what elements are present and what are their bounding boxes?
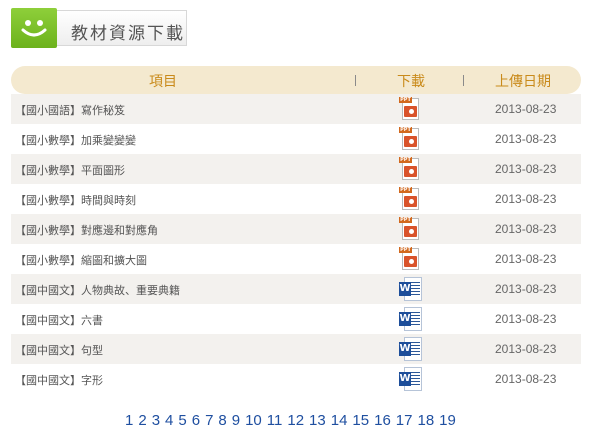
upload-date: 2013-08-23 [495, 372, 557, 386]
column-separator [463, 75, 464, 86]
page-link[interactable]: 6 [192, 412, 200, 429]
upload-date: 2013-08-23 [495, 222, 557, 236]
page-link[interactable]: 15 [352, 412, 369, 429]
ppt-download-icon[interactable]: PPT [399, 247, 423, 271]
page-link[interactable]: 13 [309, 412, 326, 429]
table-body: 【國小國語】寫作秘笈 PPT 2013-08-23 【國小數學】加乘變變變 PPT 201… [11, 94, 581, 394]
page-link[interactable]: 1 [125, 412, 133, 429]
ppt-download-icon[interactable]: PPT [399, 217, 423, 241]
column-header-download: 下載 [397, 74, 425, 90]
table-row: 【國小數學】縮圖和擴大圖 PPT 2013-08-23 [11, 244, 581, 274]
resource-title: 【國中國文】人物典故、重要典籍 [15, 284, 180, 297]
resource-title: 【國小數學】加乘變變變 [15, 134, 136, 147]
table-row: 【國小數學】時間與時刻 PPT 2013-08-23 [11, 184, 581, 214]
page-link[interactable]: 8 [218, 412, 226, 429]
upload-date: 2013-08-23 [495, 342, 557, 356]
table-row: 【國中國文】字形 W 2013-08-23 [11, 364, 581, 394]
ppt-tag: PPT [399, 217, 412, 223]
ppt-tag: PPT [399, 97, 412, 103]
resource-table: 項目 下載 上傳日期 【國小國語】寫作秘笈 PPT 2013-08-23 【國小數學】… [11, 66, 581, 394]
table-row: 【國中國文】人物典故、重要典籍 W 2013-08-23 [11, 274, 581, 304]
resource-title: 【國小數學】時間與時刻 [15, 194, 136, 207]
upload-date: 2013-08-23 [495, 102, 557, 116]
ppt-tag: PPT [399, 157, 412, 163]
upload-date: 2013-08-23 [495, 252, 557, 266]
resource-title: 【國中國文】字形 [15, 374, 103, 387]
word-download-icon[interactable]: W [399, 277, 423, 301]
upload-date: 2013-08-23 [495, 162, 557, 176]
ppt-tag: PPT [399, 187, 412, 193]
table-header: 項目 下載 上傳日期 [11, 66, 581, 94]
title-box: 教材資源下載 [57, 10, 187, 46]
page-link[interactable]: 7 [205, 412, 213, 429]
column-header-date: 上傳日期 [495, 74, 551, 90]
page-title: 教材資源下載 [71, 24, 185, 44]
page-link[interactable]: 19 [439, 412, 456, 429]
table-row: 【國小數學】平面圖形 PPT 2013-08-23 [11, 154, 581, 184]
page-link[interactable]: 2 [138, 412, 146, 429]
column-header-item: 項目 [149, 74, 177, 90]
upload-date: 2013-08-23 [495, 312, 557, 326]
pagination: 1 2 3 4 5 6 7 8 9 10 11 12 13 14 15 16 17 18 19 [125, 412, 461, 429]
table-row: 【國小國語】寫作秘笈 PPT 2013-08-23 [11, 94, 581, 124]
word-letter: W [399, 342, 411, 356]
word-download-icon[interactable]: W [399, 367, 423, 391]
table-row: 【國中國文】句型 W 2013-08-23 [11, 334, 581, 364]
resource-title: 【國小數學】縮圖和擴大圖 [15, 254, 147, 267]
upload-date: 2013-08-23 [495, 132, 557, 146]
upload-date: 2013-08-23 [495, 282, 557, 296]
page-link[interactable]: 5 [178, 412, 186, 429]
resource-title: 【國小數學】對應邊和對應角 [15, 224, 158, 237]
table-row: 【國中國文】六書 W 2013-08-23 [11, 304, 581, 334]
title-banner: 教材資源下載 [11, 8, 188, 48]
page-link[interactable]: 4 [165, 412, 173, 429]
resource-title: 【國中國文】六書 [15, 314, 103, 327]
word-letter: W [399, 282, 411, 296]
smiley-icon [11, 8, 57, 48]
table-row: 【國小數學】對應邊和對應角 PPT 2013-08-23 [11, 214, 581, 244]
column-separator [355, 75, 356, 86]
word-letter: W [399, 372, 411, 386]
ppt-download-icon[interactable]: PPT [399, 97, 423, 121]
resource-title: 【國小數學】平面圖形 [15, 164, 125, 177]
upload-date: 2013-08-23 [495, 192, 557, 206]
page-link[interactable]: 10 [245, 412, 262, 429]
word-download-icon[interactable]: W [399, 337, 423, 361]
page-link[interactable]: 16 [374, 412, 391, 429]
ppt-tag: PPT [399, 247, 412, 253]
page-link[interactable]: 3 [152, 412, 160, 429]
ppt-download-icon[interactable]: PPT [399, 127, 423, 151]
table-row: 【國小數學】加乘變變變 PPT 2013-08-23 [11, 124, 581, 154]
page-link[interactable]: 9 [232, 412, 240, 429]
page-link[interactable]: 11 [267, 412, 283, 429]
ppt-download-icon[interactable]: PPT [399, 157, 423, 181]
resource-title: 【國小國語】寫作秘笈 [15, 104, 125, 117]
resource-title: 【國中國文】句型 [15, 344, 103, 357]
ppt-tag: PPT [399, 127, 412, 133]
page-link[interactable]: 17 [396, 412, 413, 429]
page-link[interactable]: 18 [417, 412, 434, 429]
ppt-download-icon[interactable]: PPT [399, 187, 423, 211]
word-download-icon[interactable]: W [399, 307, 423, 331]
word-letter: W [399, 312, 411, 326]
page-link[interactable]: 12 [287, 412, 304, 429]
page-link[interactable]: 14 [331, 412, 348, 429]
